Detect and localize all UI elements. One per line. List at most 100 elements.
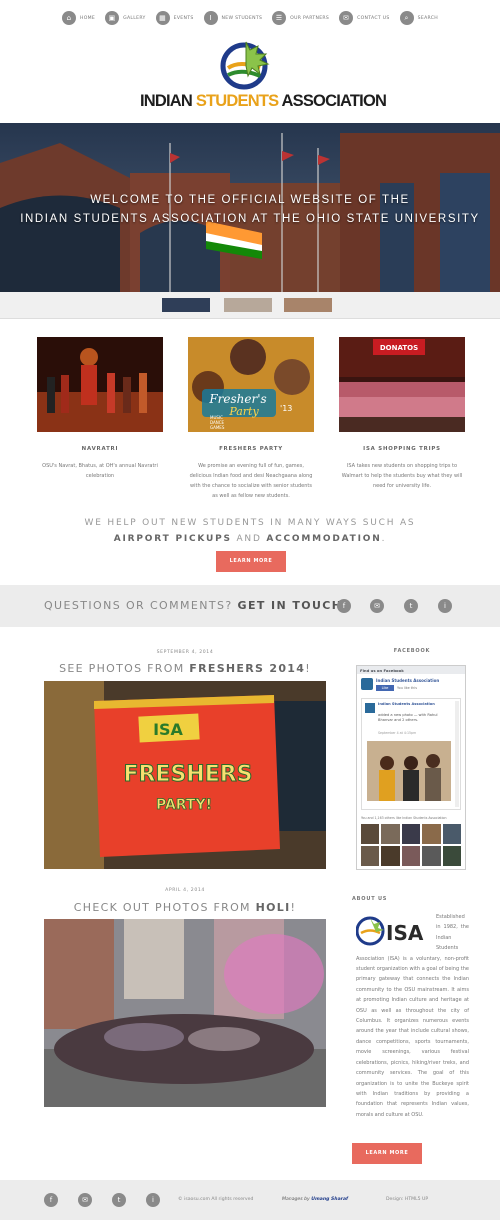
freshers-2014-photo[interactable]: ISA FRESHERS PARTY!: [44, 681, 326, 869]
calendar-icon: ▦: [155, 11, 170, 25]
feature-title: ISA Shopping Trips: [363, 446, 441, 452]
feature-shopping-trips: DONATOS ISA Shopping Trips ISA takes new…: [339, 337, 465, 491]
hero-banner: Welcome to the official website of the I…: [0, 123, 500, 292]
feature-navratri: Navratri OSU's Navrat, Bhatus, at OH's a…: [37, 337, 163, 481]
help-and: and: [231, 534, 267, 544]
nav-new-students[interactable]: i New Students: [203, 11, 263, 25]
logo-wordmark: INDIAN STUDENTS ASSOCIATION: [140, 92, 387, 111]
hero-line-2: Indian Students Association at The Ohio …: [20, 213, 480, 225]
learn-more-button[interactable]: Learn More: [216, 551, 286, 572]
fp-line2: Party: [228, 405, 259, 418]
contact-get-in-touch: Get in touch:: [237, 599, 349, 612]
fb-page-avatar: [361, 678, 373, 690]
about-text: ISA Established in 1982, the Indian Stud…: [355, 912, 469, 1120]
nav-events[interactable]: ▦ Events: [155, 11, 194, 25]
fp-line1: Fresher's: [208, 392, 266, 406]
fb-post-photo[interactable]: [367, 741, 451, 801]
nav-our-partners-label: Our Partners: [290, 15, 330, 21]
help-airport-pickups: Airport Pickups: [113, 534, 232, 544]
feature-title: Freshers Party: [219, 446, 283, 452]
isa-emblem-icon: [220, 41, 270, 90]
post-title-bold: Freshers 2014: [189, 662, 306, 675]
help-line-1: We help out new students in many ways su…: [84, 518, 416, 528]
contact-prompt: Questions or comments? Get in touch:: [44, 599, 348, 612]
twitter-icon[interactable]: t: [112, 1193, 126, 1207]
facebook-icon[interactable]: f: [44, 1193, 58, 1207]
copyright: © isaosu.com All rights reserved: [178, 1197, 254, 1202]
isa-logo-text: ISA: [386, 921, 424, 945]
facebook-widget[interactable]: Find us on Facebook Indian Students Asso…: [356, 665, 466, 870]
fb-post-avatar: [365, 703, 375, 713]
nav-home-label: Home: [79, 15, 96, 21]
feature-text: ISA takes new students on shopping trips…: [341, 463, 463, 489]
site-footer: f ✉ t i © isaosu.com All rights reserved…: [0, 1180, 500, 1220]
contact-question: Questions or comments?: [44, 599, 238, 612]
post-date: April 4, 2014: [165, 888, 205, 893]
fb-find-us-bar: Find us on Facebook: [357, 666, 465, 674]
fp-line3: '13: [280, 404, 292, 413]
top-navigation: ⌂ Home ▣ Gallery ▦ Events i New Students ☰ Ou…: [0, 8, 500, 28]
help-accommodation: Accommodation: [266, 534, 382, 544]
slide-thumb-2[interactable]: [224, 298, 272, 312]
feature-text: OSU's Navrat, Bhatus, at OH's annual Nav…: [42, 463, 158, 479]
poster-isa: ISA: [153, 720, 183, 739]
logo-word-students: STUDENTS: [195, 92, 279, 110]
info-icon[interactable]: i: [438, 599, 452, 613]
nav-gallery-label: Gallery: [123, 15, 146, 21]
post-title-text: See photos from: [59, 662, 190, 675]
nav-gallery[interactable]: ▣ Gallery: [105, 11, 146, 25]
shopping-trips-image[interactable]: DONATOS: [339, 337, 465, 432]
feature-title: Navratri: [81, 446, 119, 452]
fb-post-author[interactable]: Indian Students Association: [378, 702, 452, 707]
gallery-icon: ▣: [105, 11, 120, 25]
donatos-sign: DONATOS: [380, 344, 418, 352]
feature-text: We promise an evening full of fun, games…: [189, 463, 313, 499]
partners-icon: ☰: [272, 11, 287, 25]
about-learn-more-button[interactable]: Learn More: [352, 1143, 422, 1164]
home-icon: ⌂: [61, 11, 76, 25]
nav-new-students-label: New Students: [221, 15, 263, 21]
post-title[interactable]: See photos from Freshers 2014!: [44, 662, 326, 675]
freshers-party-image[interactable]: Fresher's Party '13 MUSIC DANCE GAMES: [188, 337, 314, 432]
facebook-heading: Facebook: [393, 648, 431, 654]
logo-word-indian: INDIAN: [140, 92, 196, 110]
post-title-text: Check out photos from: [73, 901, 256, 914]
nav-search[interactable]: ⌕ Search: [399, 11, 439, 25]
nav-contact-us[interactable]: ✉ Contact Us: [339, 11, 390, 25]
post-date: September 4, 2014: [156, 650, 214, 655]
holi-photo[interactable]: [44, 919, 326, 1107]
help-line-2: Airport Pickups and Accommodation.: [0, 531, 500, 547]
twitter-icon[interactable]: t: [404, 599, 418, 613]
hero-line-1: Welcome to the official website of the: [90, 194, 410, 206]
help-statement: We help out new students in many ways su…: [0, 515, 500, 547]
design-credit[interactable]: Design: HTML5 UP: [386, 1197, 428, 1202]
contact-band: Questions or comments? Get in touch: f ✉…: [0, 585, 500, 627]
hero-welcome-text: Welcome to the official website of the I…: [0, 191, 500, 229]
slide-thumb-1[interactable]: [162, 298, 210, 312]
nav-home[interactable]: ⌂ Home: [61, 11, 96, 25]
fb-fan-grid: [361, 824, 461, 866]
slider-thumbnails: [0, 292, 500, 319]
fb-page-name[interactable]: Indian Students Association: [376, 678, 439, 683]
search-icon: ⌕: [399, 11, 414, 25]
mail-icon[interactable]: ✉: [78, 1193, 92, 1207]
fp-sub3: GAMES: [210, 425, 225, 430]
info-icon[interactable]: i: [146, 1193, 160, 1207]
nav-our-partners[interactable]: ☰ Our Partners: [272, 11, 329, 25]
navratri-image[interactable]: [37, 337, 163, 432]
mail-icon[interactable]: ✉: [370, 599, 384, 613]
fb-scrollbar[interactable]: [455, 701, 459, 807]
manager-name[interactable]: Umang Sharaf: [311, 1197, 348, 1202]
post-title-bold: Holi: [255, 901, 291, 914]
site-logo[interactable]: INDIAN STUDENTS ASSOCIATION: [140, 36, 387, 116]
facebook-icon[interactable]: f: [337, 599, 351, 613]
mail-icon: ✉: [339, 11, 354, 25]
nav-search-label: Search: [417, 15, 439, 21]
slide-thumb-3[interactable]: [284, 298, 332, 312]
poster-freshers: FRESHERS: [123, 762, 252, 787]
post-title[interactable]: Check out photos from Holi!: [44, 901, 326, 914]
about-heading: About Us: [352, 896, 388, 902]
feature-freshers-party: Fresher's Party '13 MUSIC DANCE GAMES Fr…: [188, 337, 314, 501]
fb-like-button[interactable]: Like: [376, 685, 394, 691]
fb-like-count: You like this: [397, 686, 417, 690]
